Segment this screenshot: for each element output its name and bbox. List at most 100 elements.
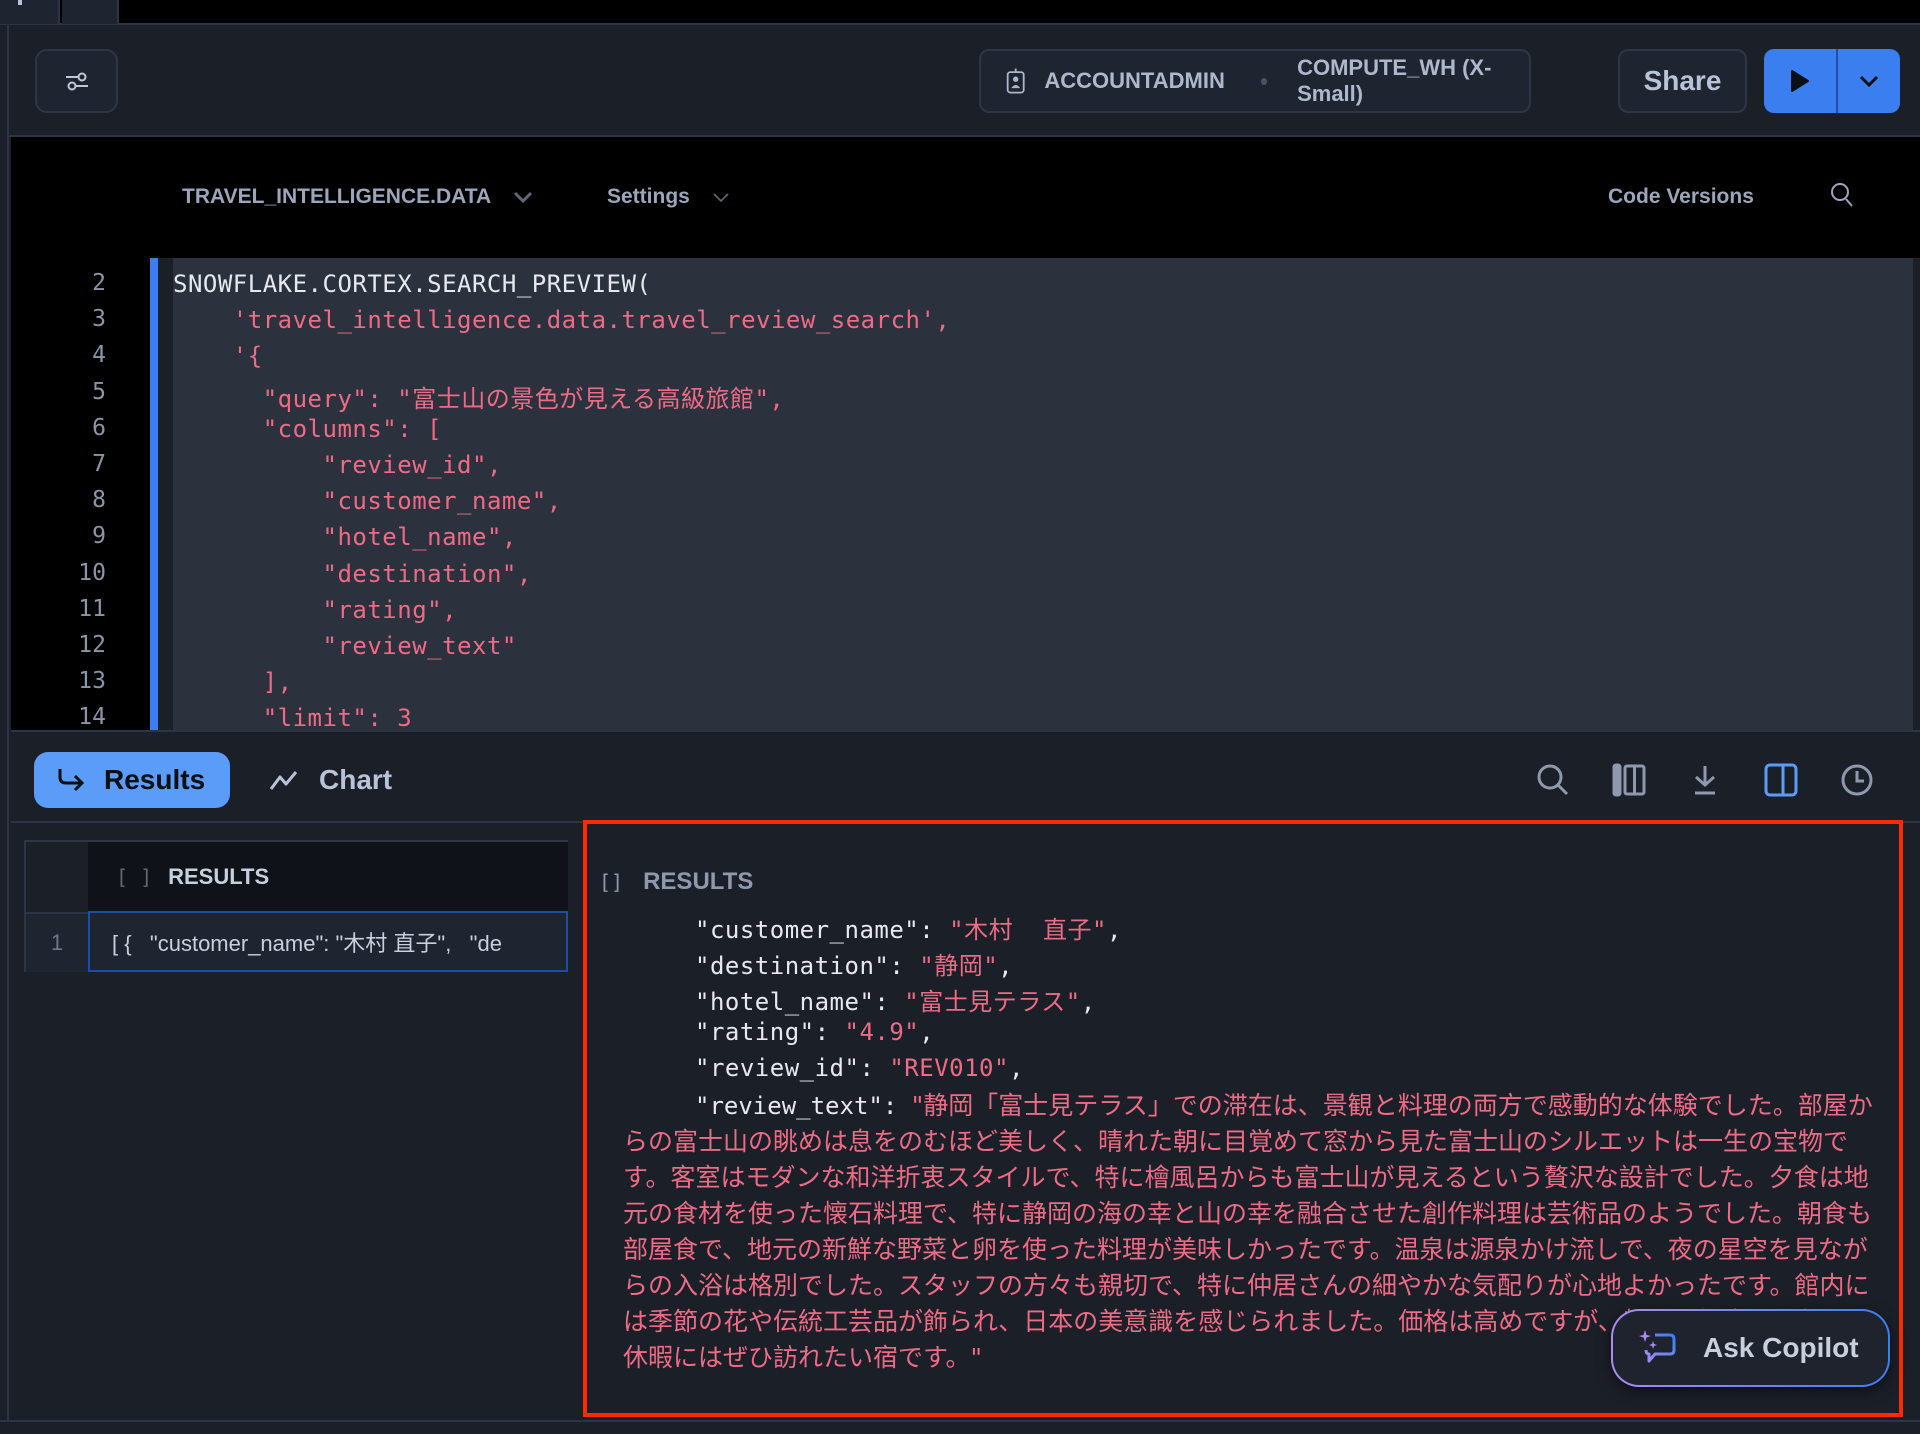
worksheet-tab[interactable] [0,0,60,24]
column-header-results[interactable]: [ ] RESULTS [88,842,568,912]
detail-field: "customer_name": "木村 直子", [695,910,1122,945]
database-schema-label: TRAVEL_INTELLIGENCE.DATA [182,185,492,208]
columns-icon [1612,763,1646,797]
download-icon [1695,766,1715,795]
status-bar [0,1420,1920,1434]
filter-settings-button[interactable] [35,49,118,113]
code-text: "columns": [ [262,414,443,443]
role-badge-icon [1006,68,1025,94]
modified-lines-indicator [150,258,158,730]
tab-results-label: Results [104,764,206,795]
worksheet-tab[interactable] [62,0,119,24]
code-line: "columns": [ [173,415,442,443]
line-chart-icon [269,771,298,790]
left-rail [0,25,9,1420]
code-text: "limit": 3 [262,704,413,730]
code-versions-button[interactable]: Code Versions [1608,185,1754,209]
detail-field: "destination": "静岡", [695,946,1013,981]
query-history-button[interactable] [1833,756,1881,804]
role-name: ACCOUNTADMIN [1044,68,1225,93]
sliders-icon [65,72,88,91]
line-number: 2 [92,270,106,296]
chevron-down-icon [514,191,533,203]
code-line: "review_text" [173,632,517,660]
detail-header: [] RESULTS [599,868,753,896]
role-warehouse-selector[interactable]: ACCOUNTADMIN COMPUTE_WH (X-Small) [979,49,1531,113]
sql-editor[interactable]: SNOWFLAKE.CORTEX.SEARCH_PREVIEW( 'travel… [173,258,1913,730]
code-line: "review_id", [173,451,502,479]
separator-dot [1260,77,1268,85]
field-key: "destination": [695,952,920,980]
detail-field: "review_id": "REV010", [695,1054,1024,1082]
array-type-icon: [] [599,870,624,894]
detail-header-label: RESULTS [643,868,754,895]
array-type-icon: [ ] [116,865,153,889]
chevron-down-icon [713,192,729,202]
field-key: "hotel_name": [695,988,905,1016]
share-button[interactable]: Share [1618,49,1747,113]
chevron-down-icon [1859,75,1879,88]
results-tab-bar: Results Chart [11,730,1920,823]
code-line: 'travel_intelligence.data.travel_review_… [173,306,950,334]
code-text: '{ [232,342,263,371]
results-toolbar [1529,756,1909,804]
code-line: ], [173,668,293,696]
field-separator: , [1080,988,1096,1016]
column-header-label: RESULTS [168,864,270,889]
editor-search-button[interactable] [1829,181,1855,214]
field-key: "rating": [695,1018,845,1046]
search-icon [1537,764,1569,796]
code-line: "hotel_name", [173,523,517,551]
run-button-group [1764,49,1900,113]
settings-dropdown[interactable]: Settings [607,185,730,209]
return-arrow-icon [58,769,85,792]
search-results-button[interactable] [1529,756,1577,804]
code-text: "customer_name", [322,487,562,516]
ask-copilot-button[interactable]: Ask Copilot [1611,1309,1890,1387]
tab-results[interactable]: Results [34,752,230,808]
run-options-button[interactable] [1838,49,1900,113]
code-text: "query": "富士山の景色が見える高級旅館", [262,384,785,413]
sparkle-chat-icon [1639,1330,1676,1363]
code-text: "review_id", [322,451,502,479]
code-line: "rating", [173,596,457,624]
editor-header: TRAVEL_INTELLIGENCE.DATA Settings Code V… [11,137,1920,258]
download-button[interactable] [1681,756,1729,804]
code-text: "destination", [322,559,532,588]
code-line: SNOWFLAKE.CORTEX.SEARCH_PREVIEW( [173,270,651,298]
code-text: "review_text" [322,632,517,660]
field-key: "customer_name": [695,916,950,944]
tab-chart[interactable]: Chart [269,752,392,808]
code-line: "destination", [173,560,532,588]
history-icon [1841,764,1873,796]
code-text: "rating", [322,595,458,624]
line-number: 14 [78,704,106,731]
database-schema-selector[interactable]: TRAVEL_INTELLIGENCE.DATA [182,185,533,209]
field-separator: , [1106,916,1122,944]
columns-button[interactable] [1605,756,1653,804]
field-value: "木村 直子" [949,916,1107,944]
toggle-detail-panel-button[interactable] [1757,756,1805,804]
field-separator: , [919,1018,935,1046]
warehouse-name: COMPUTE_WH (X-Small) [1297,55,1492,106]
code-line: "customer_name", [173,487,562,515]
run-button[interactable] [1764,49,1838,113]
table-cell-selected[interactable]: [ { "customer_name": "木村 直子", "de [88,911,568,972]
line-number: 6 [92,414,106,441]
search-icon [1831,183,1853,207]
line-number: 5 [92,378,106,405]
play-icon [1791,70,1809,92]
code-text: ], [262,668,293,697]
ask-copilot-label: Ask Copilot [1703,1332,1859,1363]
code-line: "query": "富士山の景色が見える高級旅館", [173,379,784,414]
line-number: 10 [78,559,106,586]
field-value: "4.9" [844,1018,920,1046]
code-text: SNOWFLAKE.CORTEX.SEARCH_PREVIEW( [173,270,652,298]
field-key: "review_id": [695,1054,890,1082]
